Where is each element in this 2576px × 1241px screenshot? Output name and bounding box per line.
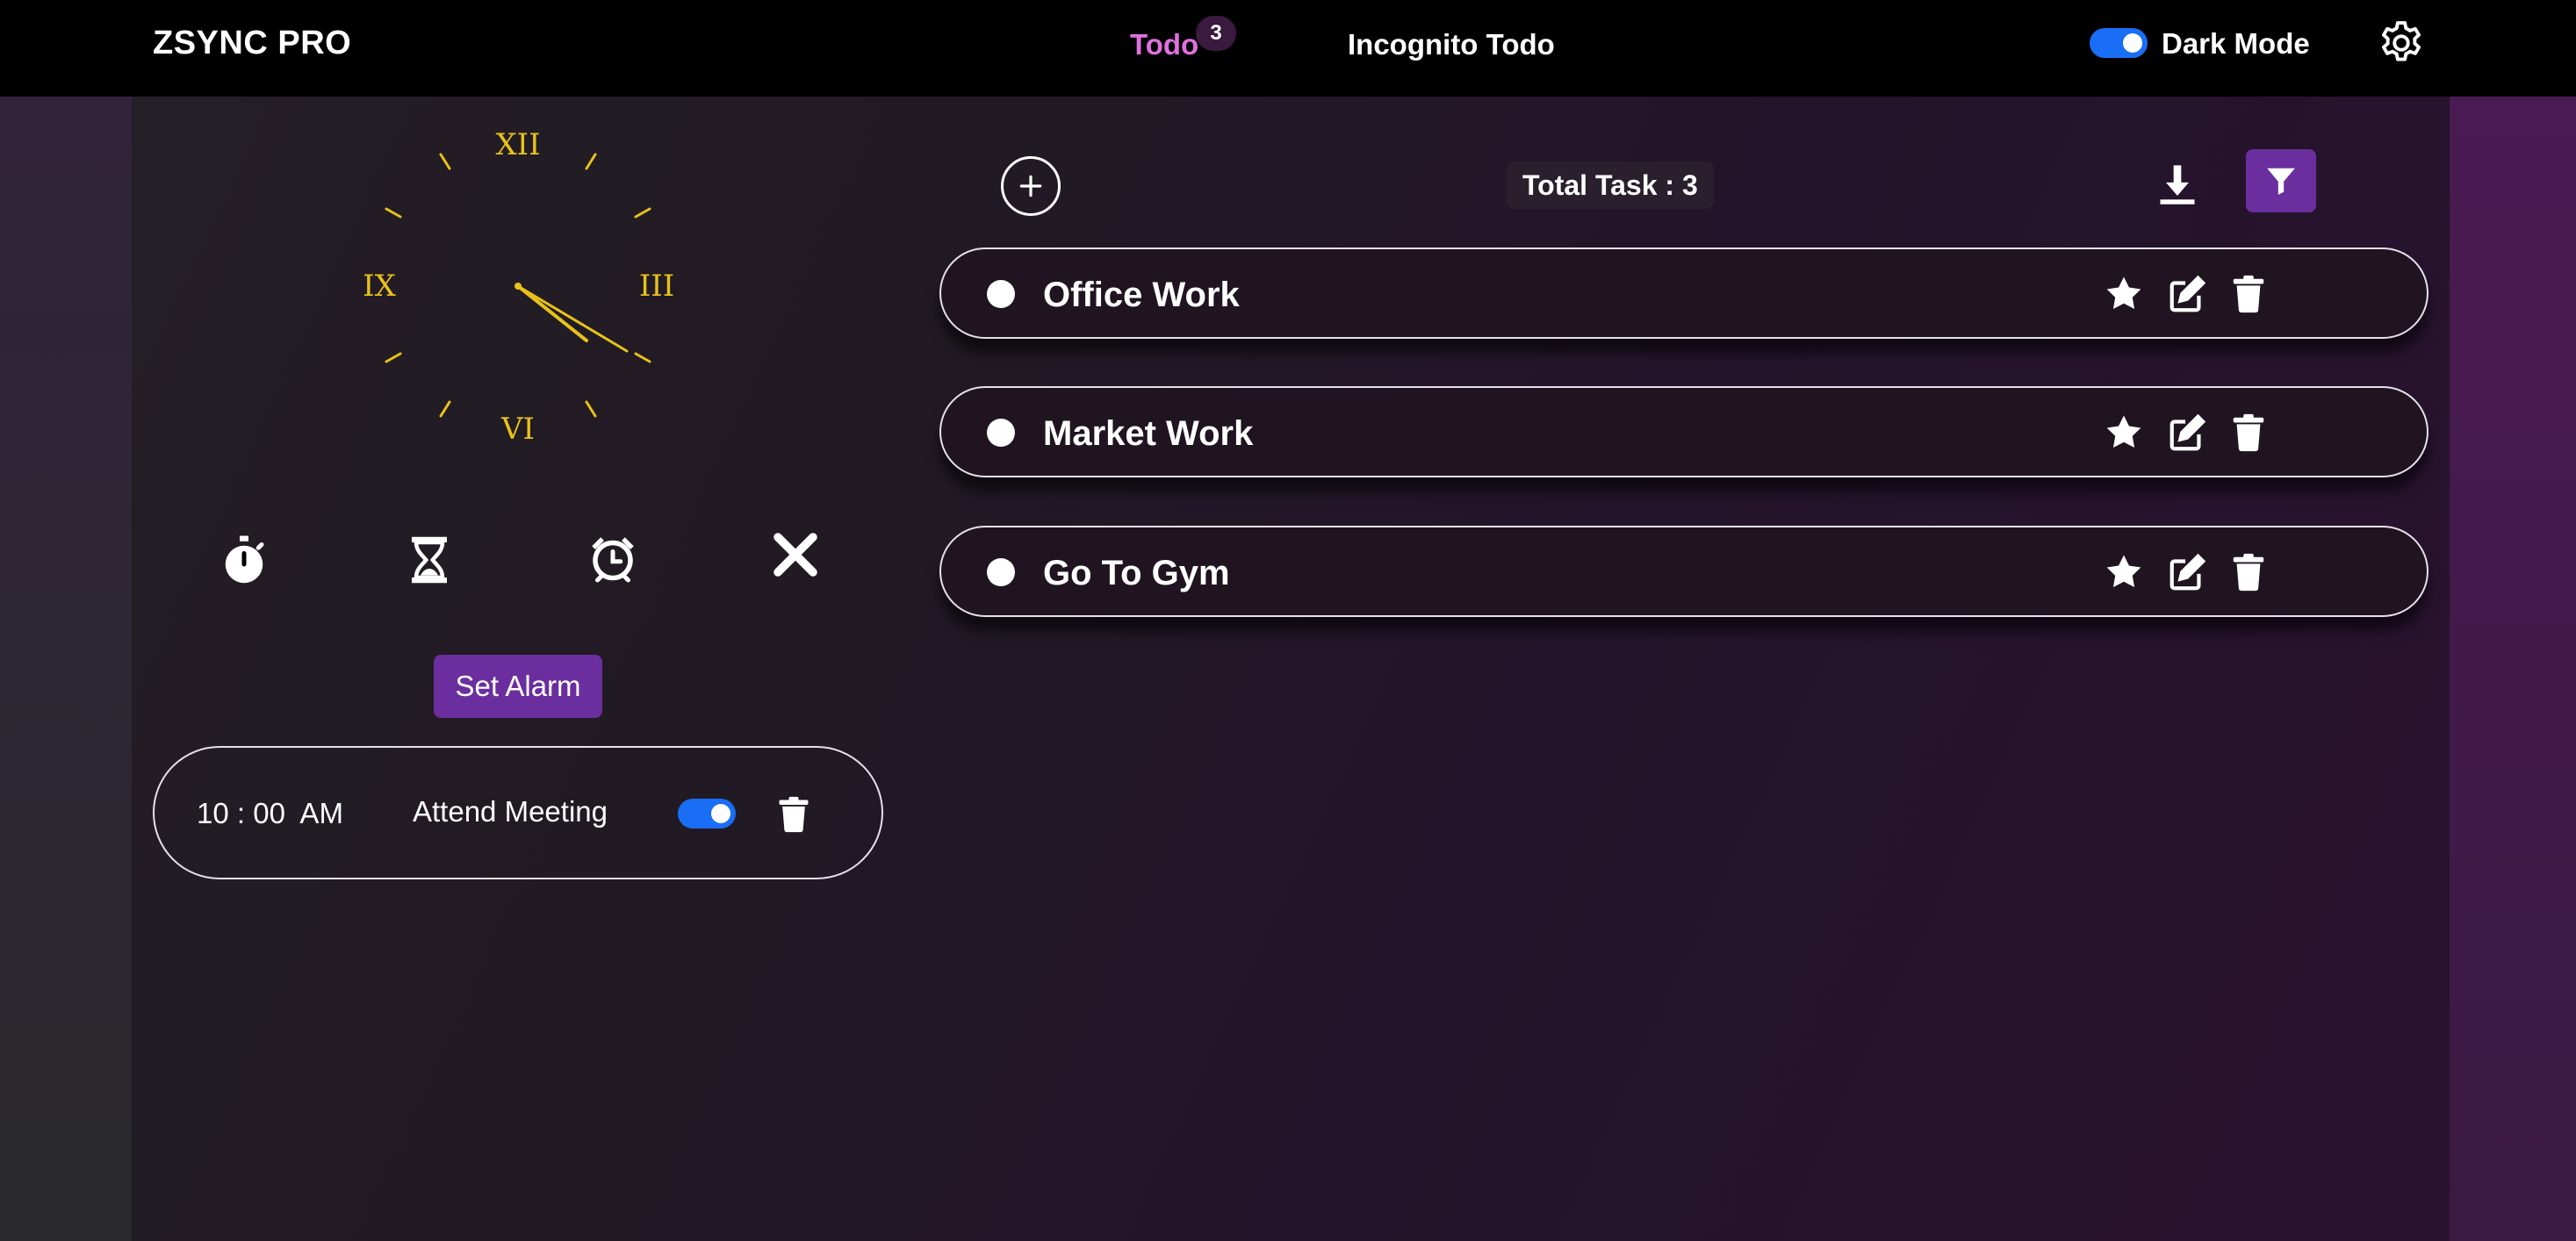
- clock-tick: [439, 400, 451, 418]
- clock-tick: [585, 153, 597, 170]
- download-icon[interactable]: [2155, 161, 2200, 207]
- todo-count-badge: 3: [1196, 16, 1236, 51]
- total-task-count: Total Task : 3: [1507, 161, 1714, 209]
- toggle-knob: [2123, 33, 2142, 53]
- task-item[interactable]: Go To Gym: [939, 526, 2428, 617]
- clock-numeral-9: IX: [363, 269, 396, 304]
- close-icon[interactable]: [767, 527, 824, 583]
- task-item[interactable]: Office Work: [939, 247, 2428, 339]
- trash-icon[interactable]: [774, 793, 813, 836]
- task-title: Market Work: [1043, 414, 1254, 453]
- clock-numeral-6: VI: [500, 412, 535, 447]
- alarm-time: 10 : 00 AM: [197, 797, 343, 829]
- task-item[interactable]: Market Work: [939, 386, 2428, 477]
- right-gutter: [2450, 97, 2576, 1241]
- set-alarm-button[interactable]: Set Alarm: [434, 655, 602, 718]
- nav-todo-link[interactable]: Todo: [1130, 28, 1198, 61]
- left-gutter: [0, 97, 132, 1241]
- clock-numeral-3: III: [639, 269, 674, 304]
- trash-icon[interactable]: [2228, 552, 2269, 592]
- clock-tick: [634, 207, 651, 219]
- clock-center: [514, 283, 522, 290]
- clock-tick: [385, 352, 402, 363]
- toggle-knob: [711, 804, 730, 823]
- clock-tick: [634, 352, 651, 363]
- task-title: Office Work: [1043, 276, 1240, 314]
- star-icon[interactable]: [2104, 274, 2144, 314]
- stopwatch-icon[interactable]: [216, 532, 272, 588]
- clock-minute-hand: [516, 284, 629, 353]
- task-complete-toggle[interactable]: [987, 419, 1015, 447]
- alarm-enable-toggle[interactable]: [678, 799, 736, 829]
- alarm-item: 10 : 00 AM Attend Meeting: [153, 746, 883, 879]
- nav-incognito-todo-link[interactable]: Incognito Todo: [1348, 28, 1555, 61]
- star-icon[interactable]: [2104, 552, 2144, 592]
- dark-mode-toggle[interactable]: [2090, 28, 2148, 58]
- analog-clock: XII III VI IX: [342, 123, 694, 456]
- clock-tick: [585, 400, 597, 418]
- trash-icon[interactable]: [2228, 274, 2269, 314]
- clock-hour-hand: [516, 284, 588, 342]
- hourglass-icon[interactable]: [401, 532, 457, 588]
- alarm-clock-icon[interactable]: [585, 530, 641, 586]
- edit-icon[interactable]: [2167, 552, 2207, 592]
- star-icon[interactable]: [2104, 412, 2144, 453]
- brand-logo[interactable]: ZSYNC PRO: [153, 25, 351, 62]
- gear-icon[interactable]: [2376, 18, 2427, 68]
- edit-icon[interactable]: [2167, 274, 2207, 314]
- alarm-label: Attend Meeting: [413, 795, 608, 828]
- task-complete-toggle[interactable]: [987, 558, 1015, 586]
- clock-tick: [385, 207, 402, 219]
- clock-tick: [439, 153, 451, 170]
- dark-mode-label: Dark Mode: [2162, 27, 2310, 60]
- task-title: Go To Gym: [1043, 554, 1230, 592]
- task-complete-toggle[interactable]: [987, 280, 1015, 308]
- filter-icon[interactable]: [2246, 149, 2316, 212]
- edit-icon[interactable]: [2167, 412, 2207, 453]
- clock-numeral-12: XII: [495, 127, 540, 162]
- plus-circle-icon[interactable]: [1001, 156, 1061, 216]
- trash-icon[interactable]: [2228, 412, 2269, 453]
- top-navbar: ZSYNC PRO Todo 3 Incognito Todo Dark Mod…: [0, 0, 2576, 97]
